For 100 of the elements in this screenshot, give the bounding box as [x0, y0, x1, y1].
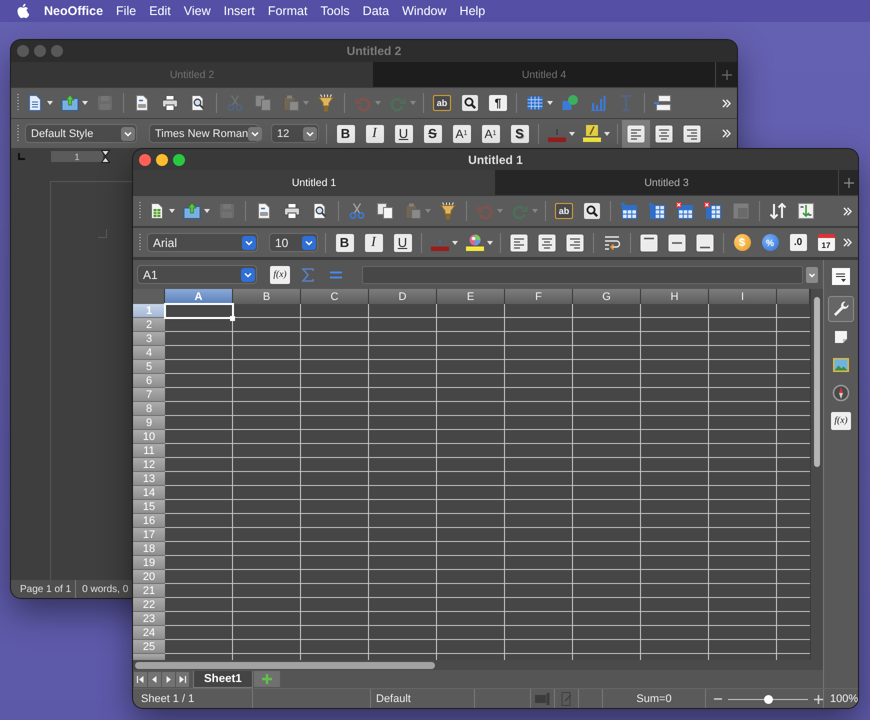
next-sheet-icon[interactable] [162, 672, 175, 686]
column-header[interactable]: H [641, 289, 709, 304]
double-chevron-icon[interactable] [843, 238, 852, 247]
row-header[interactable]: 14 [133, 486, 165, 500]
column-header[interactable]: E [437, 289, 505, 304]
row-header[interactable]: 7 [133, 388, 165, 402]
chevron-down-icon[interactable] [248, 126, 262, 140]
previous-sheet-icon[interactable] [148, 672, 161, 686]
italic-button[interactable]: I [366, 124, 384, 142]
printer-icon[interactable] [283, 202, 301, 220]
menu-item[interactable]: Edit [149, 4, 171, 18]
text-wrap-icon[interactable] [603, 234, 621, 252]
app-menu[interactable]: NeoOffice [44, 4, 104, 18]
dropdown-arrow-icon[interactable] [604, 132, 610, 136]
column-header[interactable]: G [573, 289, 641, 304]
strikethrough-button[interactable]: S [424, 124, 442, 142]
zoom-icon[interactable] [173, 154, 185, 166]
folder-arrow-icon[interactable] [61, 94, 79, 112]
vertical-scrollbar[interactable] [810, 289, 823, 660]
row-header[interactable]: 21 [133, 584, 165, 598]
sort-ascending-icon[interactable] [797, 202, 815, 220]
document-export-icon[interactable] [255, 202, 273, 220]
search-icon[interactable] [583, 202, 601, 220]
horizontal-scrollbar[interactable] [133, 660, 823, 670]
document-tab[interactable]: Untitled 2 [11, 62, 373, 87]
dropdown-arrow-icon[interactable] [547, 101, 553, 105]
row-header[interactable]: 15 [133, 500, 165, 514]
bold-button[interactable]: B [336, 124, 354, 142]
row-header[interactable]: 12 [133, 458, 165, 472]
row-header[interactable]: 3 [133, 332, 165, 346]
menu-item[interactable]: Data [362, 4, 390, 18]
row-header[interactable]: 22 [133, 598, 165, 612]
function-wizard-button[interactable]: f(x) [270, 266, 290, 284]
cell-grid[interactable] [165, 304, 810, 660]
scrollbar-thumb[interactable] [135, 662, 435, 668]
font-name-combobox[interactable]: Arial [147, 233, 258, 252]
close-icon[interactable] [139, 154, 151, 166]
minimize-icon[interactable] [156, 154, 168, 166]
sheet-tab[interactable]: Sheet1 [193, 670, 253, 688]
folder-arrow-icon[interactable] [183, 202, 201, 220]
date-button[interactable]: 17 [818, 234, 834, 251]
fill-handle-icon[interactable] [230, 316, 235, 321]
new-tab-button[interactable] [715, 62, 737, 87]
paintbrush-icon[interactable] [317, 94, 335, 112]
align-middle-icon[interactable] [668, 234, 686, 252]
document-export-icon[interactable] [133, 94, 151, 112]
double-chevron-icon[interactable] [722, 98, 731, 108]
align-left-icon[interactable] [622, 120, 650, 148]
column-header[interactable]: B [233, 289, 301, 304]
zoom-percentage[interactable]: 100% [830, 693, 858, 705]
menu-item[interactable]: Tools [320, 4, 350, 18]
document-tab[interactable]: Untitled 3 [495, 170, 838, 195]
align-bottom-icon[interactable] [696, 234, 714, 252]
italic-button[interactable]: I [364, 234, 382, 252]
apple-icon[interactable] [16, 2, 29, 18]
chevron-down-icon[interactable] [303, 126, 317, 140]
chevron-down-icon[interactable] [242, 236, 256, 250]
row-header[interactable]: 19 [133, 556, 165, 570]
column-header[interactable]: I [709, 289, 777, 304]
search-icon[interactable] [461, 94, 479, 112]
row-header[interactable]: 2 [133, 318, 165, 332]
font-name-combobox[interactable]: Times New Roman [149, 124, 259, 143]
row-header[interactable]: 9 [133, 416, 165, 430]
row-header[interactable]: 13 [133, 472, 165, 486]
row-header[interactable]: 11 [133, 444, 165, 458]
underline-button[interactable]: U [394, 124, 412, 142]
menu-item[interactable]: View [184, 4, 211, 18]
dropdown-arrow-icon[interactable] [487, 240, 493, 244]
copy-icon[interactable] [376, 202, 394, 220]
double-chevron-icon[interactable] [843, 206, 852, 216]
row-header[interactable]: 8 [133, 402, 165, 416]
row-header[interactable]: 16 [133, 514, 165, 528]
name-box[interactable]: A1 [137, 265, 257, 284]
align-top-icon[interactable] [640, 234, 658, 252]
paintbrush-icon[interactable] [439, 202, 457, 220]
spelling-button[interactable]: ab [433, 95, 451, 111]
new-tab-button[interactable] [838, 170, 858, 195]
document-icon[interactable] [26, 94, 44, 112]
indent-marker-icon[interactable] [101, 150, 110, 163]
spelling-button[interactable]: ab [555, 203, 573, 219]
printer-icon[interactable] [161, 94, 179, 112]
insert-rows-icon[interactable] [620, 202, 638, 220]
formula-input-field[interactable] [362, 266, 803, 284]
row-header[interactable]: 25 [133, 640, 165, 654]
row-header[interactable]: 20 [133, 570, 165, 584]
delete-columns-icon[interactable] [704, 202, 722, 220]
table-icon[interactable] [526, 94, 544, 112]
menu-item[interactable]: Insert [224, 4, 255, 18]
spreadsheet-icon[interactable] [148, 202, 166, 220]
first-sheet-icon[interactable] [134, 672, 147, 686]
ruler[interactable]: 1 [51, 151, 103, 162]
underline-button[interactable]: U [394, 234, 412, 252]
double-chevron-icon[interactable] [722, 129, 731, 138]
font-size-combobox[interactable]: 12 [271, 124, 319, 143]
font-size-combobox[interactable]: 10 [269, 233, 318, 252]
sort-arrows-icon[interactable] [769, 202, 787, 220]
column-header[interactable]: D [369, 289, 437, 304]
insert-columns-icon[interactable] [648, 202, 666, 220]
document-tab[interactable]: Untitled 4 [373, 62, 715, 87]
menu-item[interactable]: Help [460, 4, 486, 18]
